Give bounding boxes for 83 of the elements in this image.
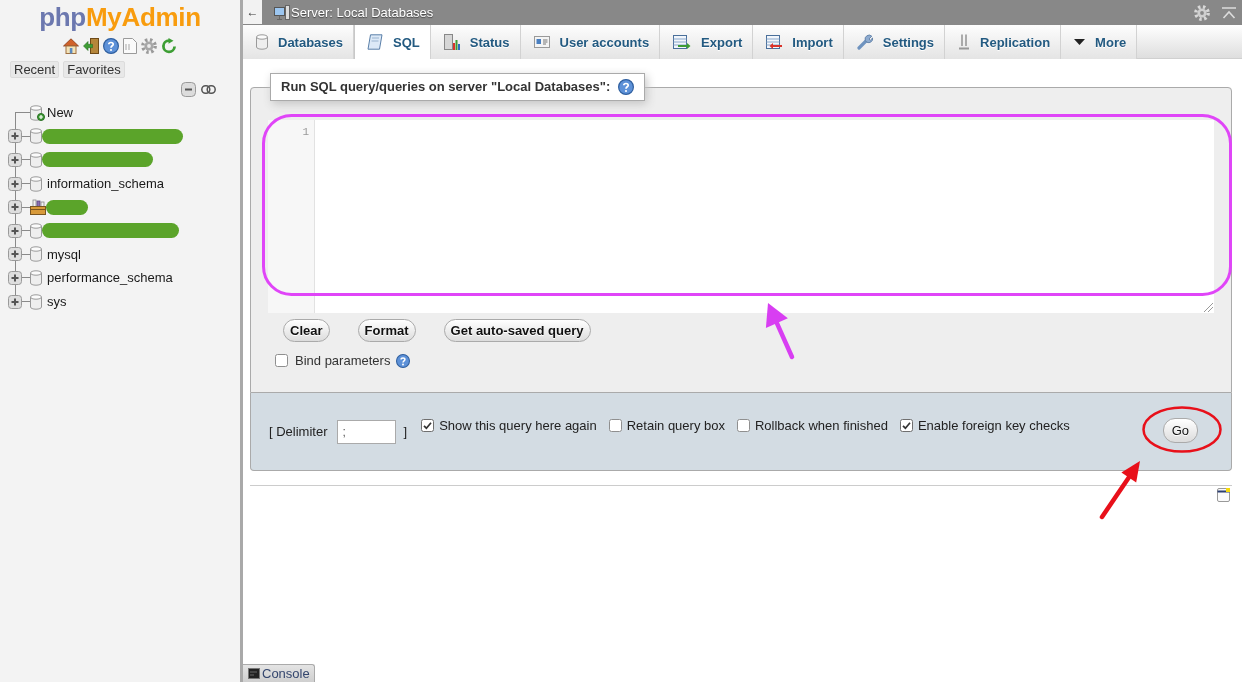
box-icon	[30, 199, 46, 216]
expand-icon[interactable]	[8, 294, 22, 309]
exit-icon[interactable]	[83, 38, 99, 54]
expand-icon[interactable]	[8, 200, 22, 215]
action-button[interactable]: Clear	[283, 319, 330, 342]
export-icon	[673, 34, 692, 50]
expand-icon[interactable]	[8, 176, 22, 191]
help-icon[interactable]	[103, 38, 119, 54]
tab[interactable]: Databases	[243, 25, 355, 59]
terminal-icon	[248, 668, 260, 679]
tree-item[interactable]: information_schema	[47, 176, 165, 192]
tab[interactable]: Status	[430, 25, 521, 59]
new-database-icon	[30, 104, 45, 121]
action-button[interactable]: Format	[357, 319, 416, 342]
app-logo[interactable]: phpMyAdmin	[39, 2, 201, 32]
database-icon	[30, 269, 42, 286]
checkbox-label: Bind parameters	[295, 353, 391, 368]
scribble-icon	[42, 128, 183, 144]
tree-item[interactable]: New	[47, 105, 73, 121]
caret-icon	[1074, 39, 1086, 45]
home-icon[interactable]	[63, 38, 79, 54]
tree-item[interactable]: mysql	[47, 246, 81, 262]
tab[interactable]: Settings	[843, 25, 946, 59]
checkbox[interactable]	[899, 419, 913, 432]
tab[interactable]: Replication	[945, 25, 1062, 59]
reload-icon[interactable]	[161, 38, 177, 54]
tab[interactable]: Export	[660, 25, 754, 59]
tab[interactable]: Import	[753, 25, 844, 59]
delimiter-label: [ Delimiter	[269, 424, 328, 439]
database-icon	[30, 246, 42, 263]
chart-icon	[443, 34, 460, 50]
tree-item[interactable]: sys	[47, 294, 67, 310]
checkbox[interactable]	[275, 354, 288, 367]
database-icon	[30, 222, 42, 239]
scribble-icon	[42, 223, 179, 239]
database-icon	[30, 128, 42, 145]
expand-icon[interactable]	[8, 153, 22, 167]
link-icon[interactable]	[201, 84, 216, 94]
line-number: 1	[302, 125, 309, 139]
stand-icon	[958, 34, 971, 50]
action-button[interactable]: Get auto-saved query	[443, 319, 591, 342]
database-icon	[30, 152, 42, 168]
tab[interactable]: SQL	[354, 25, 431, 59]
checkbox-label: Retain query box	[626, 418, 725, 433]
help-icon[interactable]	[396, 353, 411, 368]
collapse-icon[interactable]	[181, 81, 196, 97]
settings-icon[interactable]	[141, 38, 157, 54]
tab[interactable]: More	[1061, 25, 1138, 59]
delimiter-field[interactable]: ;	[336, 419, 396, 444]
database-icon	[30, 175, 42, 192]
scribble-icon	[42, 152, 153, 168]
wrench-icon	[856, 34, 873, 50]
note-icon[interactable]	[1217, 488, 1230, 502]
scroll-icon	[367, 34, 384, 50]
go-button[interactable]: Go	[1162, 418, 1198, 443]
database-icon	[30, 293, 42, 310]
database-icon	[256, 34, 268, 50]
id-card-icon	[533, 36, 550, 48]
panel-title: Run SQL query/queries on server "Local Databases":	[281, 79, 611, 95]
console-tab[interactable]: Console	[243, 664, 315, 682]
tree-item[interactable]: performance_schema	[47, 270, 173, 286]
document-icon[interactable]	[123, 38, 137, 54]
tab[interactable]: User accounts	[520, 25, 661, 59]
checkbox-label: Rollback when finished	[754, 418, 888, 433]
expand-icon[interactable]	[8, 129, 22, 144]
checkbox[interactable]	[608, 419, 622, 432]
server-icon	[274, 5, 290, 20]
checkbox[interactable]	[421, 419, 435, 432]
expand-icon[interactable]	[8, 270, 22, 285]
resize-handle[interactable]	[1204, 303, 1213, 312]
checkbox-label: Show this query here again	[439, 418, 597, 433]
import-icon	[766, 34, 783, 50]
checkbox-label: Enable foreign key checks	[917, 418, 1070, 433]
expand-icon[interactable]	[8, 247, 22, 262]
nav-button[interactable]: Favorites	[63, 61, 125, 78]
nav-button[interactable]: Recent	[10, 61, 60, 78]
back-button[interactable]: ←	[243, 0, 262, 24]
breadcrumb-title[interactable]: Server: Local Databases	[291, 5, 434, 20]
expand-icon[interactable]	[8, 223, 22, 238]
checkbox[interactable]	[736, 419, 750, 432]
help-icon[interactable]	[618, 79, 635, 95]
delimiter-bracket: ]	[403, 424, 408, 439]
scribble-icon	[46, 199, 88, 215]
